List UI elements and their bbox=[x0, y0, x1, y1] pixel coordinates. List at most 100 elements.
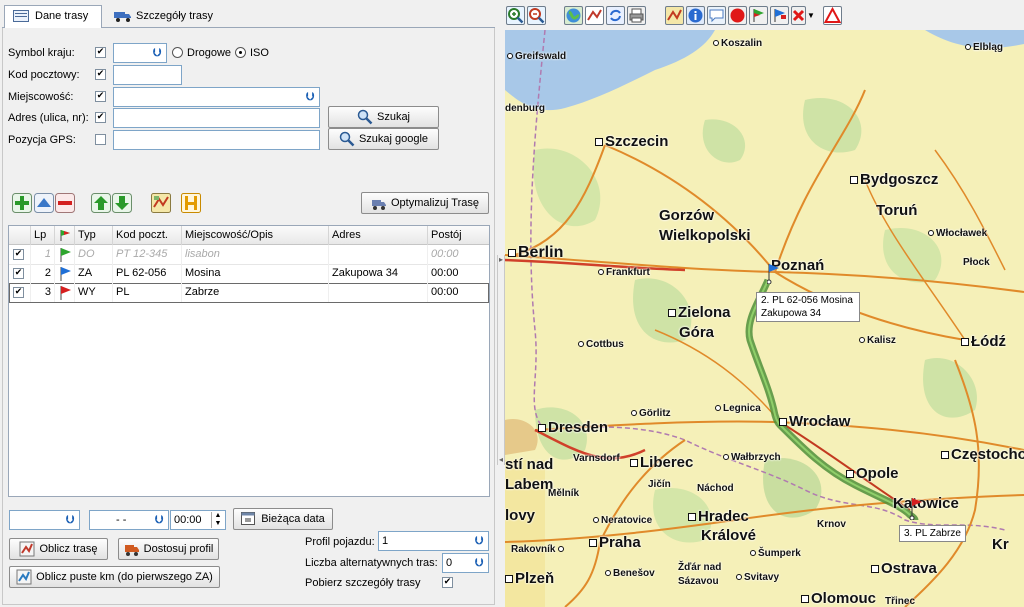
country-checkbox[interactable] bbox=[95, 47, 106, 58]
remove-point-button[interactable] bbox=[55, 193, 75, 213]
zoom-out-button[interactable] bbox=[527, 6, 546, 25]
row-city: Zabrze bbox=[182, 283, 329, 302]
flag-icon bbox=[60, 230, 70, 241]
add-point-button[interactable] bbox=[12, 193, 32, 213]
comment-button[interactable] bbox=[707, 6, 726, 25]
waypoint-3-tooltip: 3. PL Zabrze bbox=[899, 525, 966, 542]
address-checkbox[interactable] bbox=[95, 112, 106, 123]
row-checkbox[interactable] bbox=[13, 287, 24, 298]
vehicle-profile-select[interactable]: 1 ⮋ bbox=[378, 531, 489, 551]
arrow-left-icon: ◂ bbox=[499, 455, 504, 464]
city-wloclawek: Włocławek bbox=[928, 228, 987, 239]
warning-button[interactable] bbox=[823, 6, 842, 25]
gps-checkbox[interactable] bbox=[95, 134, 106, 145]
iso-radio[interactable] bbox=[235, 47, 246, 58]
waypoint-flag-icon[interactable] bbox=[766, 262, 781, 287]
city-melnik: Mělník bbox=[548, 488, 580, 499]
city-sumperk: Šumperk bbox=[750, 548, 801, 559]
globe-button[interactable] bbox=[564, 6, 583, 25]
col-address[interactable]: Adres bbox=[329, 226, 428, 245]
refresh-button[interactable] bbox=[606, 6, 625, 25]
route-icon bbox=[19, 541, 35, 557]
col-check bbox=[9, 226, 31, 245]
date-input[interactable]: - - ⮋ bbox=[89, 510, 169, 530]
search-button[interactable]: Szukaj bbox=[328, 106, 439, 128]
save-route-button[interactable] bbox=[181, 193, 201, 213]
calc-empty-km-button[interactable]: Oblicz puste km (do pierwszego ZA) bbox=[9, 566, 220, 588]
splitter-grip[interactable]: ▸ ◂ bbox=[497, 255, 505, 465]
route-line-button[interactable] bbox=[585, 6, 604, 25]
tab-route-data[interactable]: Dane trasy bbox=[4, 5, 102, 29]
city-praha: Praha bbox=[589, 534, 641, 551]
row-stop: 00:00 bbox=[428, 283, 491, 302]
start-flag-button[interactable] bbox=[749, 6, 768, 25]
destination-flag-icon[interactable] bbox=[909, 496, 923, 523]
postal-checkbox[interactable] bbox=[95, 69, 106, 80]
postal-label: Kod pocztowy: bbox=[8, 69, 80, 81]
print-button[interactable] bbox=[627, 6, 646, 25]
record-button[interactable] bbox=[728, 6, 747, 25]
triangle-up-icon bbox=[34, 193, 54, 213]
col-postal[interactable]: Kod poczt. bbox=[113, 226, 182, 245]
map-layer-button[interactable] bbox=[665, 6, 684, 25]
time-input[interactable]: 00:00 ▲ ▼ bbox=[170, 510, 226, 530]
road-radio[interactable] bbox=[172, 47, 183, 58]
panel-splitter[interactable]: ▸ ◂ bbox=[497, 0, 505, 607]
col-type[interactable]: Typ bbox=[75, 226, 113, 245]
col-flag[interactable] bbox=[55, 226, 75, 245]
fetch-details-label: Pobierz szczegóły trasy bbox=[305, 577, 421, 589]
row-checkbox[interactable] bbox=[13, 268, 24, 279]
fetch-details-checkbox[interactable] bbox=[442, 577, 453, 588]
date-select[interactable]: ⮋ bbox=[9, 510, 80, 530]
row-stop: 00:00 bbox=[428, 264, 491, 283]
zoom-in-button[interactable] bbox=[506, 6, 525, 25]
tooltip-point3: 3. PL Zabrze bbox=[904, 528, 961, 539]
row-postal: PL 62-056 bbox=[113, 264, 182, 283]
city-koszalin: Koszalin bbox=[713, 38, 762, 49]
alt-routes-select[interactable]: 0 ⮋ bbox=[442, 553, 489, 573]
address-input[interactable] bbox=[113, 108, 320, 128]
route-map[interactable]: Koszalin Elbląg Greifswald denburg Szcze… bbox=[505, 30, 1024, 607]
adjust-profile-button[interactable]: Dostosuj profil bbox=[118, 538, 219, 560]
map-icon bbox=[151, 193, 171, 213]
table-row-selected[interactable]: 3 WY PL Zabrze 00:00 bbox=[9, 283, 491, 303]
delete-dropdown[interactable]: ▼ bbox=[807, 6, 818, 25]
table-row[interactable]: 2 ZA PL 62-056 Mosina Zakupowa 34 00:00 bbox=[9, 264, 491, 284]
map-icon bbox=[667, 9, 682, 21]
city-checkbox[interactable] bbox=[95, 91, 106, 102]
city-zdar-sazavou: Sázavou bbox=[678, 576, 719, 587]
current-date-button[interactable]: Bieżąca data bbox=[233, 508, 333, 530]
row-checkbox[interactable] bbox=[13, 249, 24, 260]
date-value: - - bbox=[116, 514, 127, 526]
gps-input[interactable] bbox=[113, 130, 320, 150]
arrow-down-icon bbox=[112, 193, 132, 213]
tab-route-details[interactable]: Szczegóły trasy bbox=[106, 6, 236, 28]
calc-route-button[interactable]: Oblicz trasę bbox=[9, 538, 108, 560]
iso-option-label: ISO bbox=[250, 47, 269, 59]
time-spinner[interactable]: ▲ ▼ bbox=[211, 512, 224, 528]
city-kalisz: Kalisz bbox=[859, 335, 896, 346]
postal-input[interactable] bbox=[113, 65, 182, 85]
flag-button[interactable] bbox=[770, 6, 789, 25]
map-view-button[interactable] bbox=[151, 193, 171, 213]
optimize-route-button[interactable]: Optymalizuj Trasę bbox=[361, 192, 489, 214]
city-select[interactable]: ⮋ bbox=[113, 87, 320, 107]
city-ostrava: Ostrava bbox=[871, 560, 937, 577]
move-down-button[interactable] bbox=[112, 193, 132, 213]
search-google-button-label: Szukaj google bbox=[358, 133, 429, 145]
col-city[interactable]: Miejscowość/Opis bbox=[182, 226, 329, 245]
flag-icon bbox=[774, 9, 786, 22]
table-row[interactable]: 1 DO PT 12-345 lisabon 00:00 bbox=[9, 245, 491, 265]
search-google-button[interactable]: Szukaj google bbox=[328, 128, 439, 150]
vehicle-profile-value: 1 bbox=[382, 535, 389, 547]
info-button[interactable] bbox=[686, 6, 705, 25]
col-lp[interactable]: Lp bbox=[31, 226, 55, 245]
col-stop[interactable]: Postój bbox=[428, 226, 491, 245]
country-select[interactable]: ⮋ bbox=[113, 43, 167, 63]
city-kr: Kr bbox=[992, 536, 1009, 553]
move-up-button[interactable] bbox=[91, 193, 111, 213]
delete-button[interactable] bbox=[791, 6, 806, 25]
row-address: Zakupowa 34 bbox=[329, 264, 428, 283]
zoom-out-icon bbox=[529, 8, 545, 24]
move-first-button[interactable] bbox=[34, 193, 54, 213]
